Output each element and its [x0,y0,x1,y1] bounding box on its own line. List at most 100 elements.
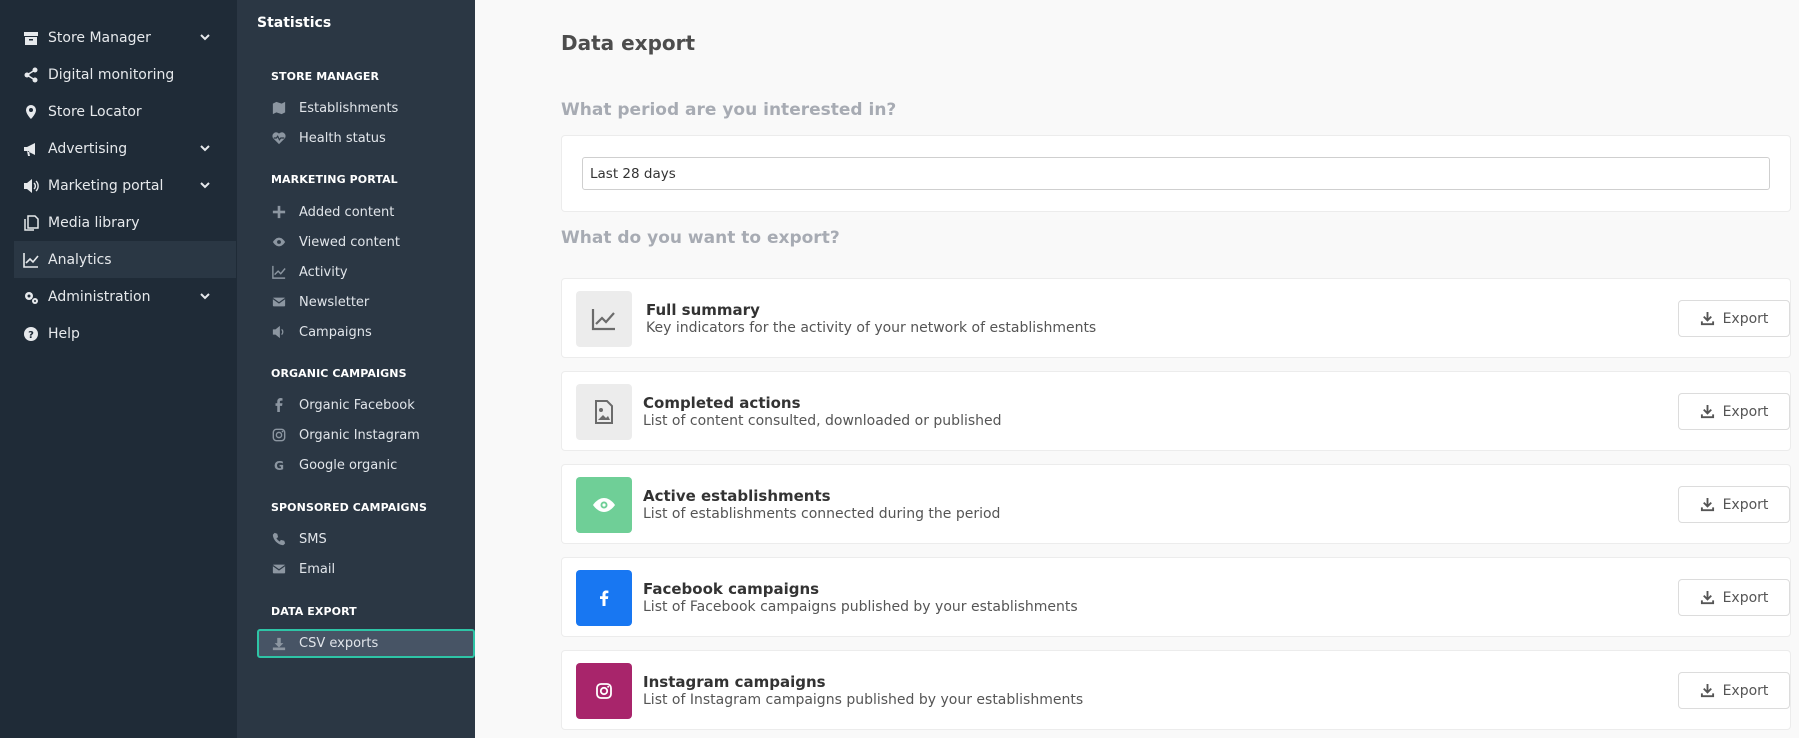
sub-item-health-status[interactable]: Health status [271,125,471,151]
section-heading-sponsored-campaigns: SPONSORED CAMPAIGNS [271,501,428,514]
export-card-instagram-campaigns: Instagram campaigns List of Instagram ca… [561,650,1791,730]
export-desc: List of establishments connected during … [643,506,1001,522]
sub-item-establishments[interactable]: Establishments [271,95,471,121]
volume-icon [271,324,287,340]
sub-item-label: Activity [299,264,348,280]
map-icon [271,100,287,116]
sub-item-label: Added content [299,204,395,220]
volume-icon [22,177,40,195]
panel-title: Statistics [257,15,332,31]
google-icon: G [271,457,287,473]
chevron-down-icon [199,290,213,304]
export-button-label: Export [1722,403,1769,420]
eye-icon [593,498,615,512]
chart-line-icon [271,264,287,280]
period-select[interactable]: Last 28 days [582,157,1770,190]
export-icon-tile [576,663,632,719]
download-icon [271,636,287,652]
nav-item-label: Advertising [48,140,128,157]
sub-item-activity[interactable]: Activity [271,259,471,285]
statistics-panel: Statistics STORE MANAGER Establishments … [237,0,475,738]
sub-item-google-organic[interactable]: G Google organic [271,452,471,478]
section-heading-marketing-portal: MARKETING PORTAL [271,173,398,186]
download-icon [1700,404,1714,419]
nav-item-media-library[interactable]: Media library [0,204,237,241]
export-icon-tile [576,291,632,347]
period-question: What period are you interested in? [561,100,897,120]
export-icon-tile [576,570,632,626]
nav-item-label: Media library [48,214,140,231]
nav-item-label: Digital monitoring [48,66,175,83]
section-heading-store-manager: STORE MANAGER [271,70,380,83]
section-heading-organic-campaigns: ORGANIC CAMPAIGNS [271,367,407,380]
export-button[interactable]: Export [1678,486,1790,523]
export-title: Full summary [646,301,760,319]
export-button-label: Export [1722,310,1769,327]
copy-icon [22,214,40,232]
export-card-facebook-campaigns: Facebook campaigns List of Facebook camp… [561,557,1791,637]
nav-item-analytics[interactable]: Analytics [14,241,236,278]
nav-item-label: Analytics [48,251,112,268]
export-icon-tile [576,477,632,533]
nav-item-administration[interactable]: Administration [0,278,237,315]
facebook-icon [600,590,609,606]
sub-item-added-content[interactable]: Added content [271,199,471,225]
nav-item-store-manager[interactable]: Store Manager [0,19,237,56]
nav-item-label: Administration [48,288,151,305]
export-title: Instagram campaigns [643,673,826,691]
nav-item-label: Help [48,325,80,342]
question-circle-icon: ? [22,325,40,343]
nav-item-marketing-portal[interactable]: Marketing portal [0,167,237,204]
sub-item-newsletter[interactable]: Newsletter [271,289,471,315]
download-icon [1700,311,1714,326]
nav-item-store-locator[interactable]: Store Locator [0,93,237,130]
period-card: Last 28 days [561,135,1791,212]
section-heading-data-export: DATA EXPORT [271,605,357,618]
nav-item-advertising[interactable]: Advertising [0,130,237,167]
main-sidebar: Store Manager Digital monitoring Store L… [0,0,237,738]
export-button-label: Export [1722,682,1769,699]
export-card-active-establishments: Active establishments List of establishm… [561,464,1791,544]
download-icon [1700,497,1714,512]
nav-item-label: Marketing portal [48,177,164,194]
export-desc: List of Facebook campaigns published by … [643,599,1078,615]
sub-item-email[interactable]: Email [271,556,471,582]
sub-item-sms[interactable]: SMS [271,526,471,552]
export-desc: List of content consulted, downloaded or… [643,413,1002,429]
bullhorn-icon [22,140,40,158]
sub-item-label: SMS [299,531,327,547]
sub-item-csv-exports[interactable]: CSV exports [257,629,475,658]
sub-item-organic-facebook[interactable]: Organic Facebook [271,392,471,418]
export-button[interactable]: Export [1678,300,1790,337]
eye-icon [271,234,287,250]
instagram-icon [271,427,287,443]
sub-item-label: Google organic [299,457,398,473]
nav-item-digital-monitoring[interactable]: Digital monitoring [0,56,237,93]
export-icon-tile [576,384,632,440]
sub-item-label: Email [299,561,336,577]
export-button[interactable]: Export [1678,393,1790,430]
heartbeat-icon [271,130,287,146]
sub-item-organic-instagram[interactable]: Organic Instagram [271,422,471,448]
export-desc: List of Instagram campaigns published by… [643,692,1084,708]
nav-item-help[interactable]: ? Help [0,315,237,352]
download-icon [1700,683,1714,698]
chevron-down-icon [199,179,213,193]
export-button[interactable]: Export [1678,579,1790,616]
file-image-icon [595,400,613,424]
export-title: Active establishments [643,487,831,505]
export-title: Facebook campaigns [643,580,820,598]
envelope-icon [271,561,287,577]
sub-item-label: Organic Instagram [299,427,420,443]
nav-item-label: Store Manager [48,29,151,46]
gears-icon [22,288,40,306]
sub-item-label: Health status [299,130,386,146]
instagram-icon [596,683,612,699]
export-desc: Key indicators for the activity of your … [646,320,1097,336]
chevron-down-icon [199,142,213,156]
sub-item-viewed-content[interactable]: Viewed content [271,229,471,255]
export-card-completed-actions: Completed actions List of content consul… [561,371,1791,451]
sub-item-campaigns[interactable]: Campaigns [271,319,471,345]
export-question: What do you want to export? [561,228,840,248]
export-button[interactable]: Export [1678,672,1790,709]
